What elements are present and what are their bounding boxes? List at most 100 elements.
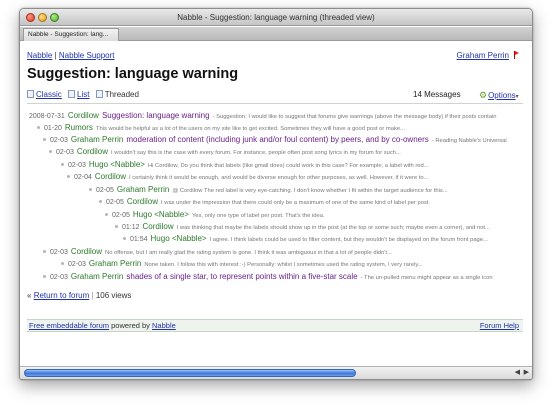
message-snippet: - Suggestion: I would like to suggest th… — [212, 114, 497, 120]
message-count: 14 Messages — [413, 90, 461, 99]
message-snippet: This would be helpful as a lot of the us… — [95, 126, 405, 132]
thread-message-row[interactable]: 01-20 Rumors This would be helpful as a lo… — [37, 122, 405, 133]
nav-separator: | — [54, 51, 57, 60]
close-window-button[interactable] — [26, 13, 35, 22]
list-view-link[interactable]: List — [77, 90, 89, 99]
thread-node-icon — [67, 175, 70, 178]
flag-icon[interactable] — [514, 51, 520, 59]
page-title: Suggestion: language warning — [27, 66, 239, 82]
message-snippet: I was thinking that maybe the labels sho… — [176, 225, 490, 231]
thread-message-row[interactable]: 02-03 Graham Perrin moderation of content … — [43, 134, 507, 145]
message-author[interactable]: Cordilow — [68, 111, 99, 120]
message-snippet: I agree. I think labels could be used to… — [209, 237, 488, 243]
message-author[interactable]: Cordilow — [95, 172, 126, 181]
thread-message-row[interactable]: 01:54 Hugo <Nabble> I agree. I think label… — [123, 233, 488, 244]
message-snippet: I certainly think it would be enough, an… — [129, 175, 429, 181]
classic-view-icon[interactable] — [27, 90, 34, 98]
message-date: 01:12 — [122, 224, 140, 231]
message-author[interactable]: Hugo <Nabble> — [151, 234, 207, 243]
view-switcher: Classic List Threaded — [27, 90, 139, 99]
message-author[interactable]: Hugo <Nabble> — [133, 210, 189, 219]
header-divider — [27, 103, 523, 104]
message-date: 02-05 — [112, 212, 130, 219]
threaded-view-icon — [95, 90, 103, 98]
message-author[interactable]: Graham Perrin — [71, 272, 123, 281]
window-titlebar: Nabble - Suggestion: language warning (t… — [20, 9, 532, 26]
scrollbar-thumb[interactable] — [24, 369, 356, 377]
thread-message-row[interactable]: 02-05 Hugo <Nabble> Yes, only one type of … — [105, 209, 325, 220]
nabble-support-link[interactable]: Nabble Support — [59, 51, 115, 60]
thread-message-row[interactable]: 02-04 Cordilow I certainly think it would … — [67, 171, 428, 182]
thread-message-row[interactable]: 02-03 Cordilow No offense, but I am really… — [43, 246, 392, 257]
classic-view-link[interactable]: Classic — [36, 90, 62, 99]
horizontal-scrollbar[interactable]: ◀ ▶ — [20, 366, 532, 379]
message-author[interactable]: Rumors — [65, 123, 93, 132]
message-date: 02-03 — [50, 249, 68, 256]
powered-by-text: powered by — [111, 321, 150, 330]
thread-node-icon — [43, 275, 46, 278]
message-date: 02-05 — [106, 199, 124, 206]
thread-message-row[interactable]: 02-03 Hugo <Nabble> Hi Cordilow, Do you th… — [61, 159, 429, 170]
message-author[interactable]: Cordilow — [77, 147, 108, 156]
return-line: « Return to forum | 106 views — [27, 291, 131, 300]
message-date: 01:54 — [130, 236, 148, 243]
message-author[interactable]: Hugo <Nabble> — [89, 160, 145, 169]
message-date: 02-03 — [68, 162, 86, 169]
chevron-down-icon: ▾ — [515, 94, 519, 100]
thread-node-icon — [43, 138, 46, 141]
message-author[interactable]: Cordilow — [71, 247, 102, 256]
message-date: 02-04 — [74, 174, 92, 181]
thread-node-icon — [43, 250, 46, 253]
return-to-forum-link[interactable]: Return to forum — [34, 291, 90, 300]
user-menu: Graham Perrin — [457, 51, 520, 60]
message-snippet: I wouldn't say this is the case with eve… — [111, 150, 401, 156]
return-separator: | — [91, 291, 94, 300]
message-date: 02-03 — [56, 149, 74, 156]
thread-node-icon — [61, 262, 64, 265]
message-snippet: Yes, only one type of label per post. Th… — [191, 213, 325, 219]
minimize-window-button[interactable] — [38, 13, 47, 22]
thread-message-row[interactable]: 02-05 Cordilow I was under the impression … — [99, 196, 430, 207]
scroll-right-icon[interactable]: ▶ — [524, 368, 529, 376]
message-subject[interactable]: moderation of content (including junk an… — [126, 135, 428, 144]
message-snippet: - Reading Nabble's Universal — [431, 138, 507, 144]
user-link[interactable]: Graham Perrin — [457, 51, 509, 60]
gear-icon: ⚙ — [479, 90, 488, 100]
message-author[interactable]: Cordilow — [143, 222, 174, 231]
options-link[interactable]: Options — [488, 91, 516, 100]
window-title: Nabble - Suggestion: language warning (t… — [177, 13, 375, 22]
top-nav: Nabble | Nabble Support — [27, 51, 115, 60]
threaded-view-current: Threaded — [104, 90, 139, 99]
thread-message-row[interactable]: 02-03 Cordilow I wouldn't say this is the … — [49, 146, 401, 157]
free-embeddable-forum-link[interactable]: Free embeddable forum — [29, 321, 109, 330]
browser-window: Nabble - Suggestion: language warning (t… — [19, 8, 533, 380]
thread-message-row[interactable]: 01:12 Cordilow I was thinking that maybe t… — [115, 221, 490, 232]
message-author[interactable]: Graham Perrin — [117, 185, 169, 194]
browser-tab[interactable]: Nabble - Suggestion: lang... — [23, 28, 119, 41]
thread-node-icon — [89, 188, 92, 191]
thread-message-row[interactable]: 02-03 Graham Perrin shades of a single sta… — [43, 271, 493, 282]
message-author[interactable]: Cordilow — [127, 197, 158, 206]
list-view-icon[interactable] — [68, 90, 76, 98]
message-snippet: Hi Cordilow, Do you think that labels (l… — [147, 163, 429, 169]
view-count: 106 views — [95, 291, 132, 300]
message-date: 02-03 — [50, 274, 68, 281]
thread-message-row[interactable]: 02-05 Graham Perrin @ Cordilow The red lab… — [89, 184, 448, 195]
nabble-home-link[interactable]: Nabble — [27, 51, 52, 60]
options-menu[interactable]: ⚙Options▾ — [479, 90, 519, 101]
message-date: 02-05 — [96, 187, 114, 194]
message-author[interactable]: Graham Perrin — [89, 259, 141, 268]
message-subject[interactable]: Suggestion: language warning — [102, 111, 210, 120]
thread-message-row[interactable]: 02-03 Graham Perrin None taken. I follow t… — [61, 258, 423, 269]
zoom-window-button[interactable] — [50, 13, 59, 22]
page-content: Nabble | Nabble Support Graham Perrin Su… — [20, 42, 532, 367]
forum-help-link[interactable]: Forum Help — [480, 320, 519, 332]
scroll-left-icon[interactable]: ◀ — [515, 368, 520, 376]
message-author[interactable]: Graham Perrin — [71, 135, 123, 144]
thread-node-icon — [49, 150, 52, 153]
nabble-footer-link[interactable]: Nabble — [152, 321, 176, 330]
message-subject[interactable]: shades of a single star, to represent po… — [126, 272, 357, 281]
thread-message-row[interactable]: 2008-07-31 Cordilow Suggestion: language w… — [29, 110, 496, 121]
message-date: 02-03 — [50, 137, 68, 144]
thread-node-icon — [61, 163, 64, 166]
